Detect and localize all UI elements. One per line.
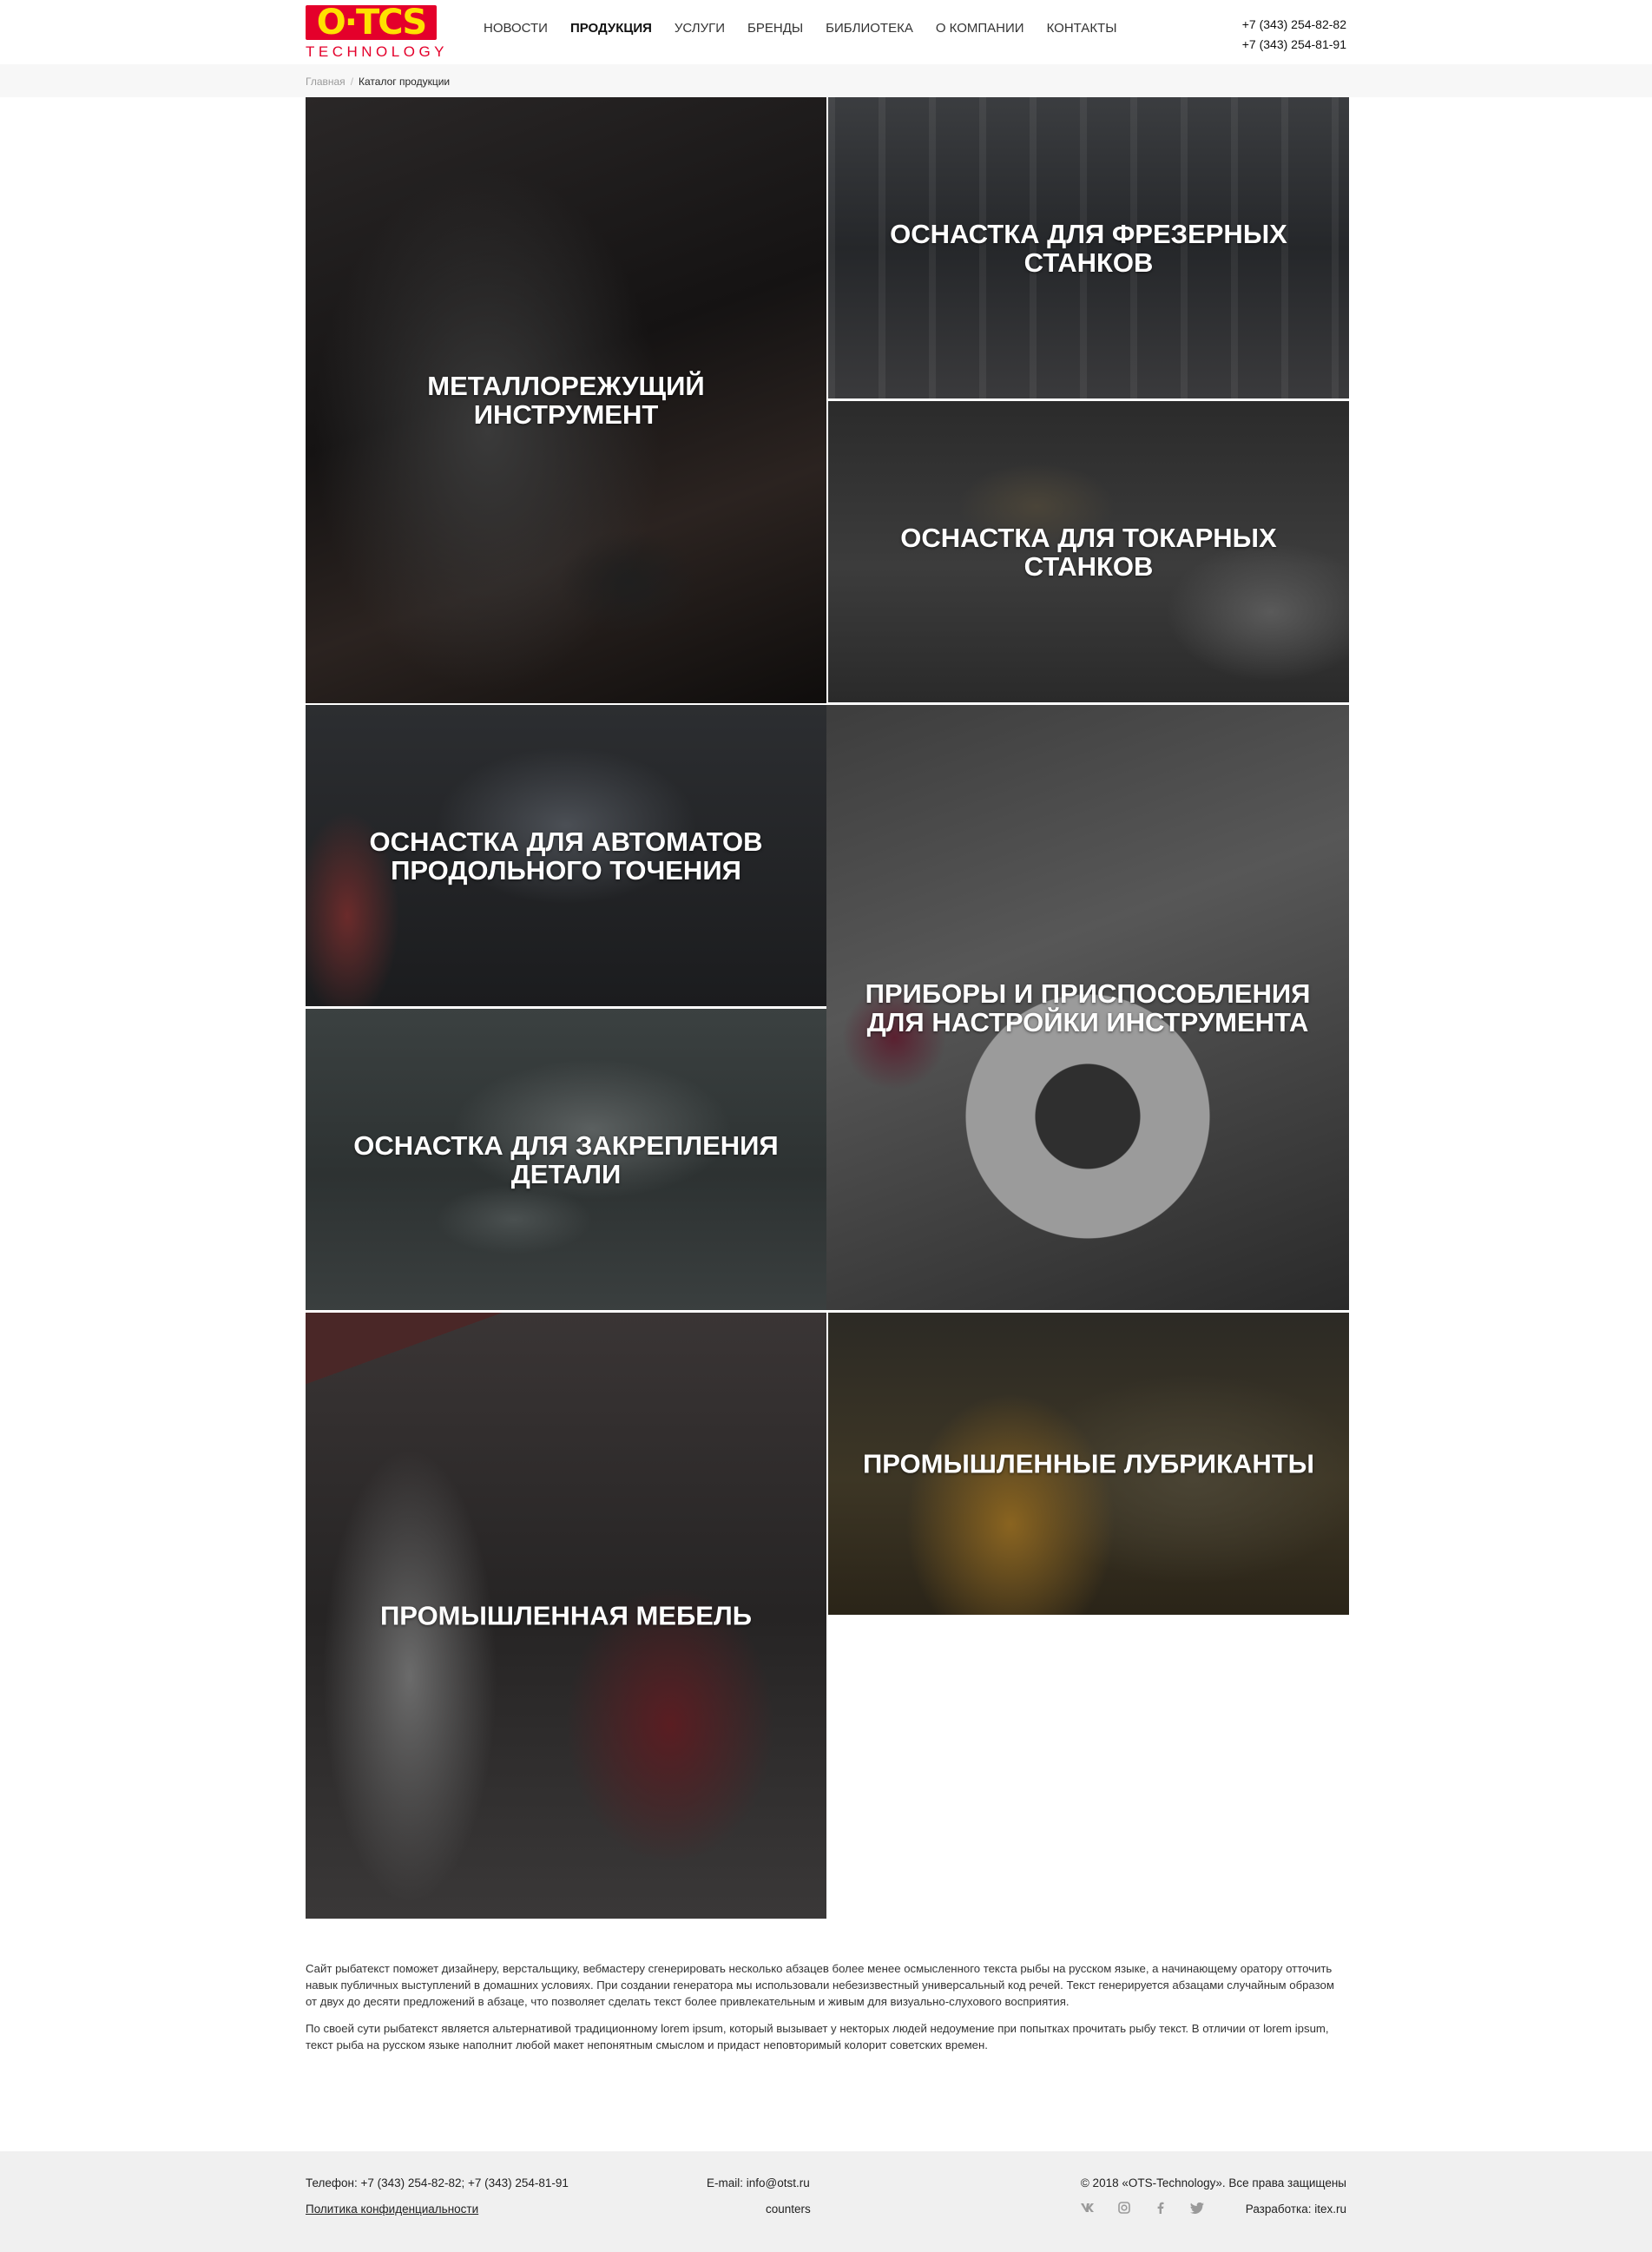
- header-phones: +7 (343) 254-82-82 +7 (343) 254-81-91: [1242, 15, 1346, 55]
- developer-link[interactable]: Разработка: itex.ru: [1246, 2203, 1346, 2216]
- social-links: [1080, 2200, 1226, 2216]
- site-logo[interactable]: O·TCS TECHNOLOGY: [306, 5, 444, 60]
- breadcrumb: Главная / Каталог продукции: [306, 76, 450, 88]
- seo-paragraph-1: Сайт рыбатекст поможет дизайнеру, верста…: [306, 1962, 1334, 2008]
- logo-subtitle: TECHNOLOGY: [306, 43, 449, 60]
- privacy-policy-link[interactable]: Политика конфиденциальности: [306, 2203, 478, 2216]
- nav-item-products[interactable]: Продукция: [570, 21, 652, 40]
- site-footer: Телефон: +7 (343) 254-82-82; +7 (343) 25…: [0, 2151, 1652, 2252]
- catalog-tile-swiss-lathe-tooling[interactable]: Оснастка для автоматов продольного точен…: [306, 705, 826, 1006]
- catalog-tile-industrial-furniture[interactable]: Промышленная мебель: [306, 1313, 826, 1919]
- catalog-tile-title: Оснастка для токарных станков: [900, 522, 1277, 582]
- nav-item-contacts[interactable]: Контакты: [1047, 21, 1117, 40]
- instagram-icon[interactable]: [1116, 2200, 1132, 2216]
- catalog-tile-title: Промышленные лубриканты: [862, 1448, 1315, 1479]
- header-phone-2[interactable]: +7 (343) 254-81-91: [1242, 35, 1346, 55]
- catalog-tile-turning-tooling[interactable]: Оснастка для токарных станков: [828, 401, 1349, 702]
- footer-copyright: © 2018 «OTS-Technology». Все права защищ…: [1080, 2176, 1346, 2189]
- breadcrumb-home-link[interactable]: Главная: [306, 76, 346, 88]
- nav-item-brands[interactable]: Бренды: [747, 21, 803, 40]
- nav-item-about[interactable]: О компании: [936, 21, 1024, 40]
- main-nav: Новости Продукция Услуги Бренды Библиоте…: [484, 21, 1140, 40]
- site-header: O·TCS TECHNOLOGY Новости Продукция Услуг…: [0, 0, 1652, 64]
- footer-counters: counters: [766, 2203, 811, 2216]
- nav-item-services[interactable]: Услуги: [675, 21, 725, 40]
- breadcrumb-bar: Главная / Каталог продукции: [0, 64, 1652, 97]
- catalog-tile-milling-tooling[interactable]: Оснастка для фрезерных станков: [828, 97, 1349, 398]
- catalog-tile-workholding[interactable]: Оснастка для закрепления детали: [306, 1009, 826, 1310]
- catalog-tile-title: Приборы и приспособления для настройки и…: [865, 978, 1311, 1037]
- twitter-icon[interactable]: [1189, 2200, 1205, 2216]
- catalog-tile-title: Промышленная мебель: [380, 1600, 752, 1631]
- logo-letters: O·TCS: [316, 5, 427, 40]
- catalog-tile-presetting-devices[interactable]: Приборы и приспособления для настройки и…: [826, 705, 1349, 1310]
- footer-phone: Телефон: +7 (343) 254-82-82; +7 (343) 25…: [306, 2176, 569, 2189]
- header-phone-1[interactable]: +7 (343) 254-82-82: [1242, 15, 1346, 35]
- facebook-icon[interactable]: [1153, 2200, 1168, 2216]
- seo-paragraph-2: По своей сути рыбатекст является альтерн…: [306, 2022, 1329, 2051]
- catalog-tile-title: Металлорежущий инструмент: [427, 371, 705, 430]
- logo-mark: O·TCS: [306, 5, 437, 40]
- catalog-tile-title: Оснастка для фрезерных станков: [890, 218, 1287, 278]
- catalog-tile-title: Оснастка для закрепления детали: [353, 1129, 779, 1189]
- breadcrumb-current: Каталог продукции: [359, 76, 451, 88]
- footer-email[interactable]: E-mail: info@otst.ru: [707, 2176, 810, 2189]
- seo-text: Сайт рыбатекст поможет дизайнеру, верста…: [306, 1960, 1347, 2064]
- nav-item-library[interactable]: Библиотека: [826, 21, 913, 40]
- vk-icon[interactable]: [1080, 2200, 1096, 2216]
- catalog-tile-title: Оснастка для автоматов продольного точен…: [369, 826, 763, 886]
- catalog-tile-cutting-tools[interactable]: Металлорежущий инструмент: [306, 97, 826, 703]
- nav-item-news[interactable]: Новости: [484, 21, 548, 40]
- breadcrumb-separator: /: [350, 76, 354, 88]
- catalog-tile-lubricants[interactable]: Промышленные лубриканты: [828, 1313, 1349, 1615]
